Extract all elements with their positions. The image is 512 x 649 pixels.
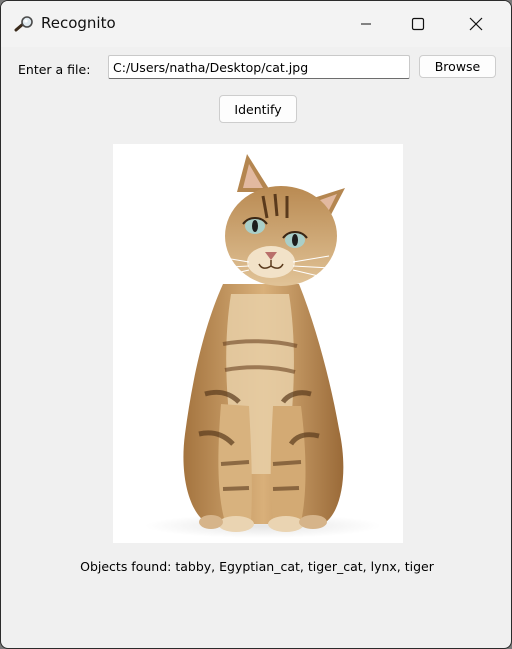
minimize-button[interactable] [337,1,395,47]
maximize-button[interactable] [389,1,447,47]
close-icon [469,17,483,31]
cat-image [113,144,403,543]
window-title: Recognito [41,14,116,32]
magnifier-icon [14,16,33,32]
minimize-icon [361,23,371,25]
close-button[interactable] [447,1,505,47]
result-text: Objects found: tabby, Egyptian_cat, tige… [80,559,434,574]
maximize-icon [411,17,425,31]
browse-button[interactable]: Browse [419,55,496,78]
file-label: Enter a file: [18,62,91,77]
image-preview [113,144,403,543]
app-window: Recognito Enter a file: Browse Identify [0,0,512,649]
identify-button[interactable]: Identify [219,95,297,123]
title-bar[interactable]: Recognito [1,1,511,47]
file-path-input[interactable] [108,55,410,79]
